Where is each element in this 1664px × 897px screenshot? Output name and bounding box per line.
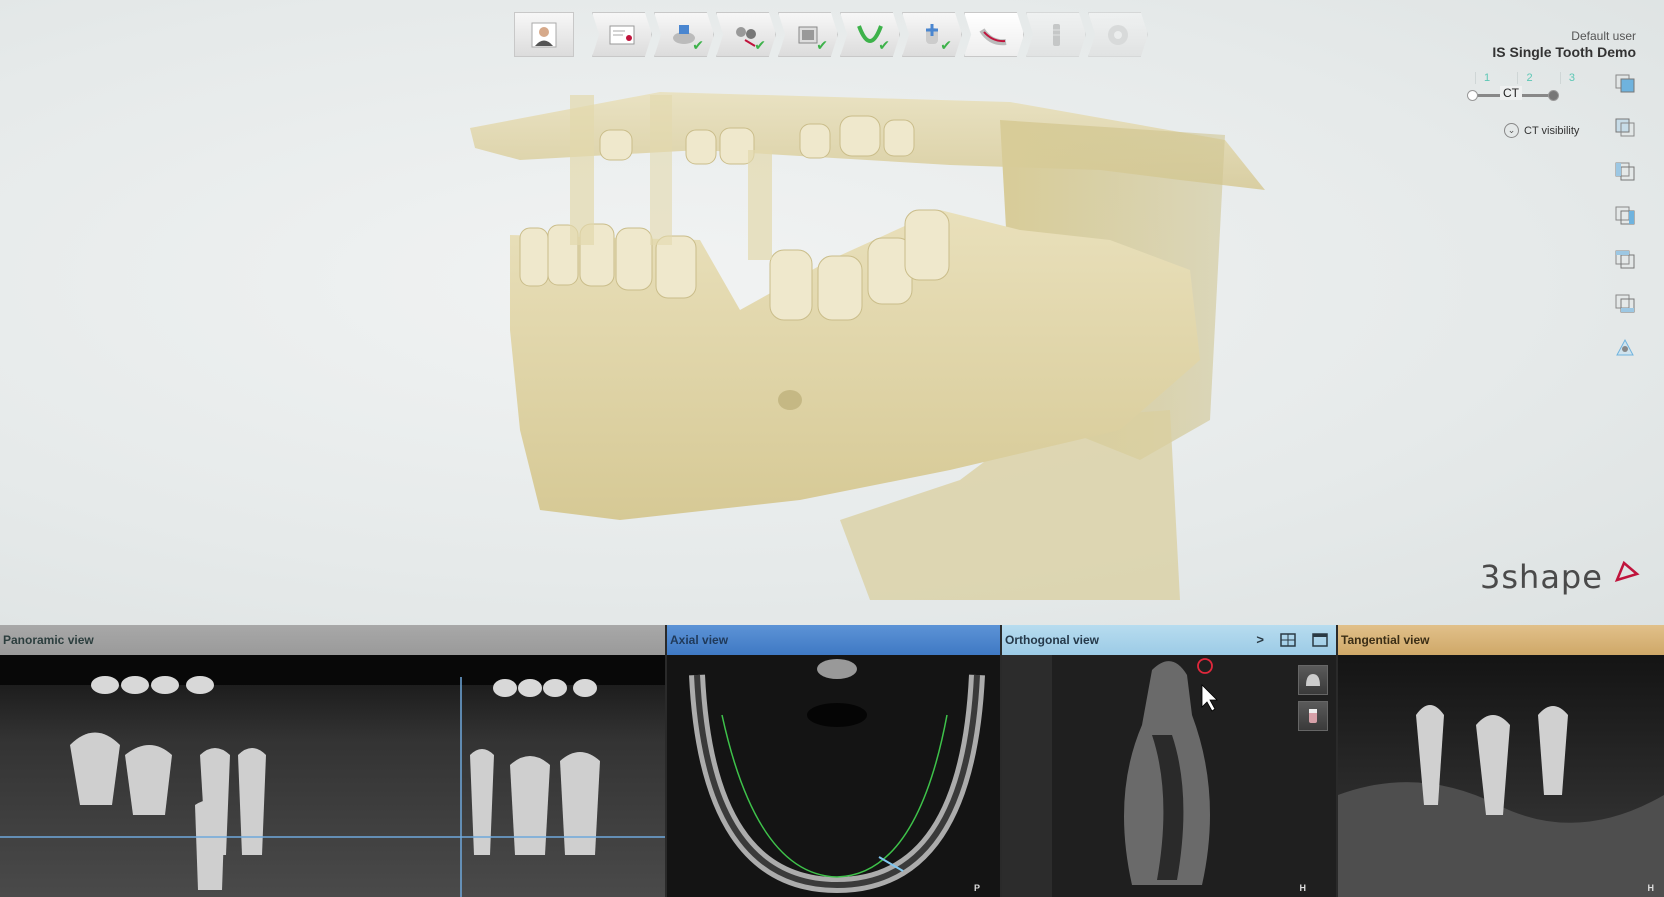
panoramic-view-image[interactable] xyxy=(0,655,665,897)
user-name: Default user xyxy=(1571,29,1636,43)
view-top-button[interactable] xyxy=(1614,248,1636,269)
ct-preset-3[interactable]: 3 xyxy=(1559,72,1575,84)
next-slice-button[interactable]: > xyxy=(1256,632,1264,647)
ct-preset-2[interactable]: 2 xyxy=(1517,72,1533,84)
tangential-view[interactable]: Tangential view H xyxy=(1338,625,1664,897)
layout-grid-icon[interactable] xyxy=(1280,632,1296,647)
view-right-icon xyxy=(1615,206,1635,224)
step-done-check-icon: ✔ xyxy=(754,37,766,53)
ct-slider-label: CT xyxy=(1500,86,1522,100)
view-top-icon xyxy=(1615,250,1635,268)
workflow-step-ct-crop[interactable]: ✔ xyxy=(778,12,838,57)
view-bottom-icon xyxy=(1615,294,1635,312)
workflow-step-order-form[interactable] xyxy=(592,12,652,57)
user-info: Default user IS Single Tooth Demo xyxy=(1492,29,1636,60)
view-back-icon xyxy=(1615,118,1635,136)
orthogonal-view-image[interactable]: H xyxy=(1002,655,1336,897)
maximize-view-icon[interactable] xyxy=(1312,632,1328,647)
crown-tool-button[interactable] xyxy=(1298,665,1328,695)
step-done-check-icon: ✔ xyxy=(940,37,952,53)
reset-view-button[interactable] xyxy=(1614,336,1636,357)
ct-slider-max-handle[interactable] xyxy=(1548,90,1559,101)
ct-slider-min-handle[interactable] xyxy=(1467,90,1478,101)
view-front-icon xyxy=(1615,74,1635,92)
ct-threshold-slider[interactable]: CT xyxy=(1467,86,1559,101)
crown-icon xyxy=(1306,674,1320,686)
workflow-step-align[interactable]: ✔ xyxy=(902,12,962,57)
implant-tool-button[interactable] xyxy=(1298,701,1328,731)
view-right-button[interactable] xyxy=(1614,204,1636,225)
orthogonal-orientation-label: H xyxy=(1299,883,1307,893)
slice-views: Panoramic view Axial view P Orthogonal v… xyxy=(0,625,1664,897)
ct-preset-1[interactable]: 1 xyxy=(1475,72,1490,84)
step-done-check-icon: ✔ xyxy=(692,37,704,53)
axial-view-image[interactable]: P xyxy=(667,655,1000,897)
order-form-icon xyxy=(609,25,635,44)
nerve-canal-icon xyxy=(979,27,1007,45)
ct-preset-ticks: 1 2 3 xyxy=(1475,72,1575,84)
view-left-button[interactable] xyxy=(1614,160,1636,181)
brand-logo-mark-icon xyxy=(1614,560,1640,582)
panoramic-view-title: Panoramic view xyxy=(0,625,665,655)
surgical-guide-icon xyxy=(1108,24,1128,45)
workflow-toolbar: ✔ ✔ ✔ ✔ ✔ xyxy=(514,12,1148,57)
workflow-step-guide[interactable] xyxy=(1088,12,1148,57)
3d-viewport[interactable]: ✔ ✔ ✔ ✔ ✔ Default user IS Single Tooth D… xyxy=(0,0,1664,625)
tangential-view-title: Tangential view xyxy=(1338,625,1664,655)
step-done-check-icon: ✔ xyxy=(816,37,828,53)
workflow-step-implant[interactable] xyxy=(1026,12,1086,57)
axial-orientation-label: P xyxy=(973,883,980,893)
workflow-step-import-scan[interactable]: ✔ xyxy=(654,12,714,57)
view-back-button[interactable] xyxy=(1614,116,1636,137)
workflow-step-nerve[interactable] xyxy=(964,12,1024,57)
ct-visibility-label: CT visibility xyxy=(1524,124,1580,137)
view-front-button[interactable] xyxy=(1614,72,1636,93)
orthogonal-view[interactable]: Orthogonal view > H xyxy=(1002,625,1338,897)
implant-icon xyxy=(1053,23,1060,46)
view-left-icon xyxy=(1615,162,1635,180)
workflow-step-patient[interactable] xyxy=(514,12,574,57)
tangential-orientation-label: H xyxy=(1647,883,1655,893)
tangential-view-image[interactable]: H xyxy=(1338,655,1664,897)
view-orientation-toolbar xyxy=(1614,72,1642,357)
panoramic-view[interactable]: Panoramic view xyxy=(0,625,667,897)
brand-logo: 3shape xyxy=(1480,558,1603,596)
ct-threshold-panel: 1 2 3 CT ⌄ CT visibility xyxy=(1460,72,1590,138)
case-name: IS Single Tooth Demo xyxy=(1492,44,1636,60)
workflow-step-segmentation[interactable]: ✔ xyxy=(716,12,776,57)
chevron-down-icon: ⌄ xyxy=(1504,123,1519,138)
view-bottom-button[interactable] xyxy=(1614,292,1636,313)
implant-tool-icon xyxy=(1309,709,1317,723)
axial-view[interactable]: Axial view P xyxy=(667,625,1002,897)
orthogonal-view-controls: > xyxy=(1256,632,1328,647)
workflow-step-arch-curve[interactable]: ✔ xyxy=(840,12,900,57)
step-done-check-icon: ✔ xyxy=(878,37,890,53)
3d-jaw-model[interactable] xyxy=(0,0,1664,625)
reset-view-icon xyxy=(1616,338,1634,355)
patient-photo-icon xyxy=(531,22,557,47)
orthogonal-side-tools xyxy=(1298,665,1328,731)
ct-visibility-toggle[interactable]: ⌄ CT visibility xyxy=(1504,123,1590,138)
axial-view-title: Axial view xyxy=(667,625,1000,655)
